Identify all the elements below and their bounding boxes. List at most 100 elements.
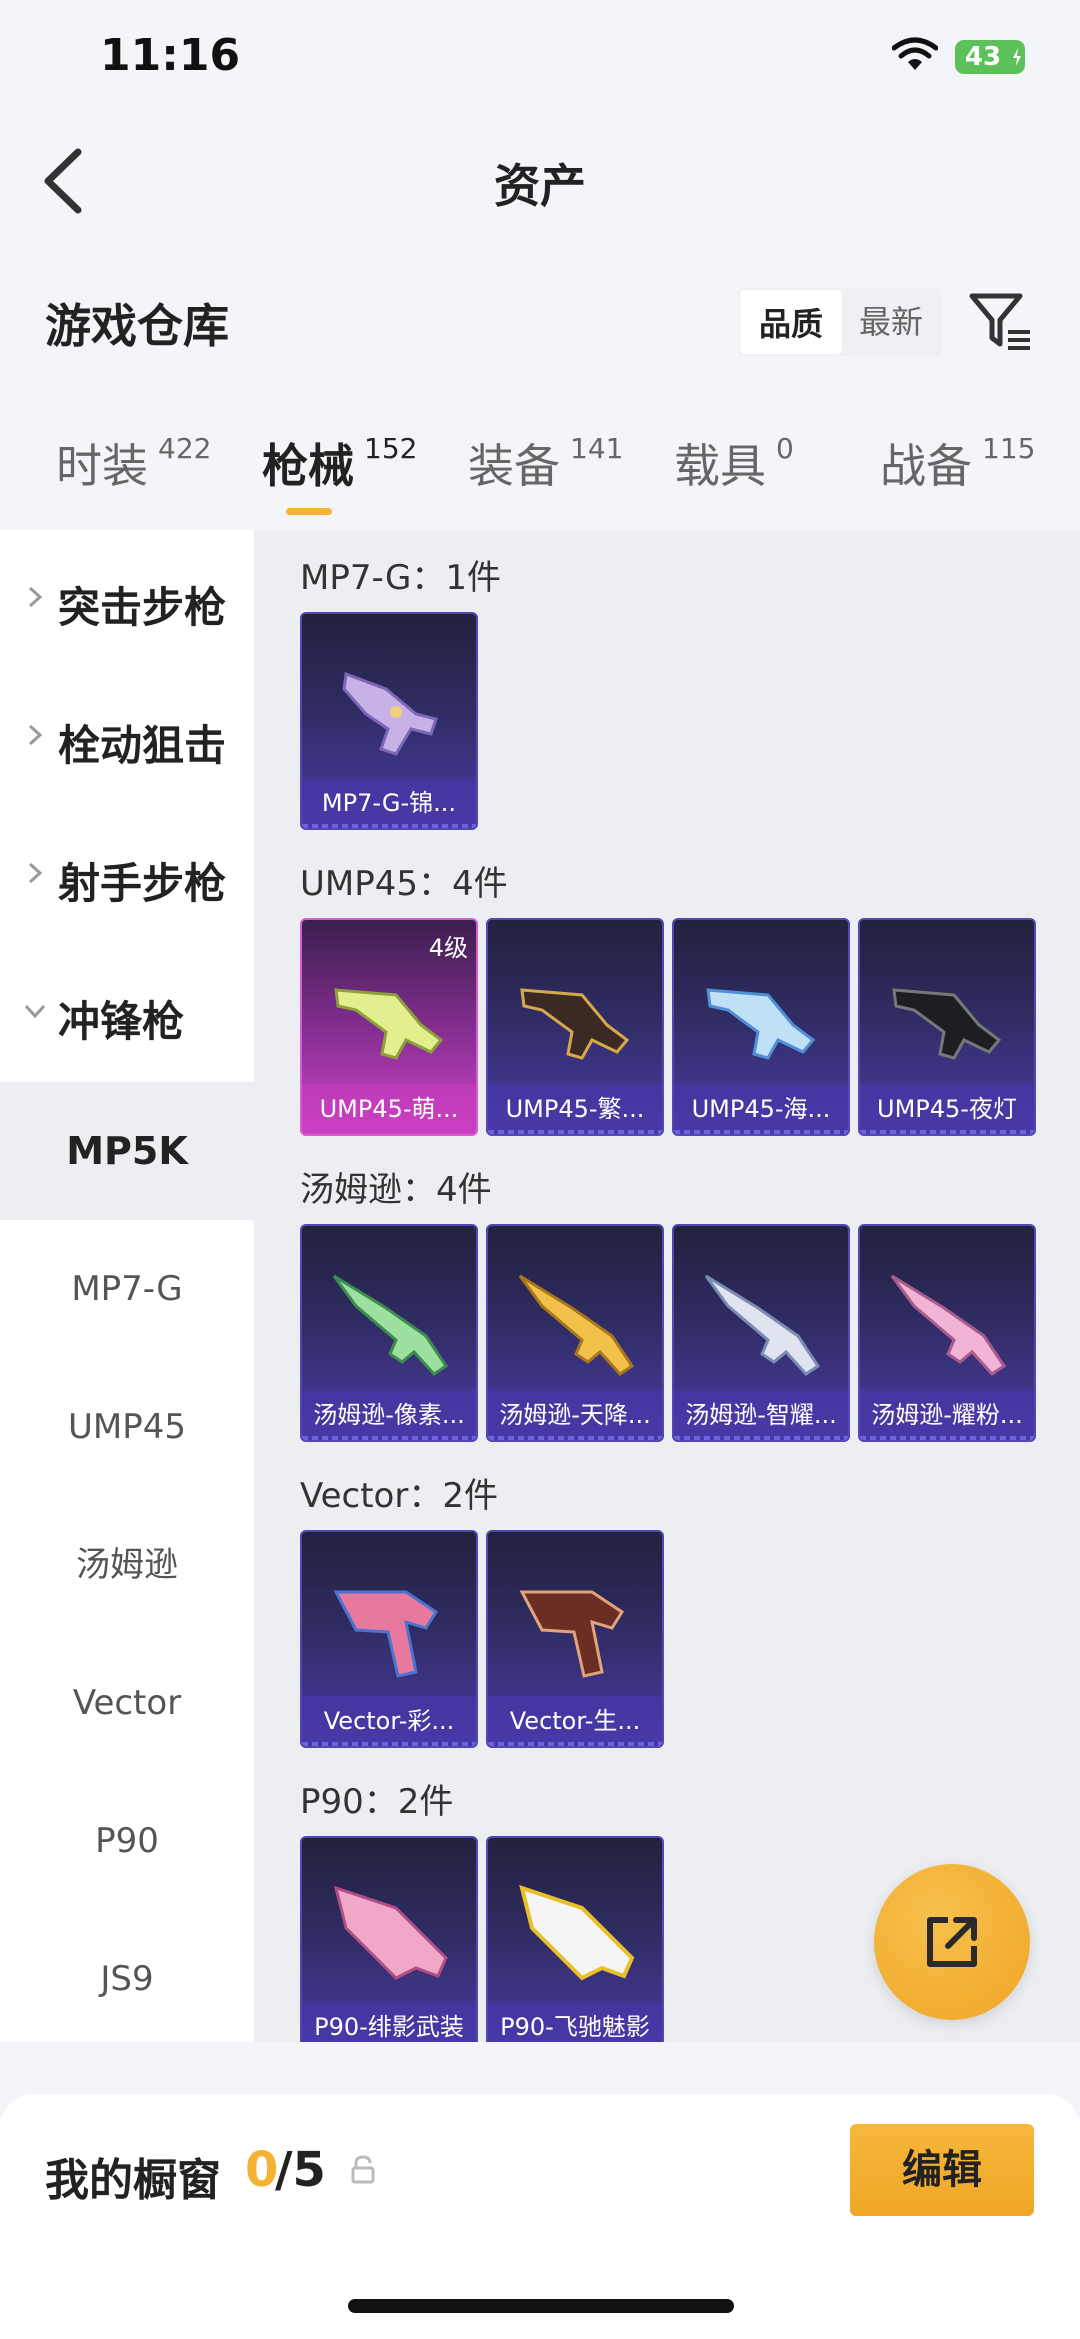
tab-supplies[interactable]: 战备 115 bbox=[880, 430, 1035, 530]
card-divider bbox=[488, 1742, 662, 1746]
weapon-card[interactable]: UMP45-繁... bbox=[486, 918, 664, 1136]
status-bar: 11:16 43 bbox=[0, 0, 1080, 120]
card-divider bbox=[860, 1436, 1034, 1440]
sidebar-category-assault-rifle[interactable]: 突击步枪 bbox=[0, 530, 254, 668]
weapon-card-name: Vector-彩... bbox=[302, 1696, 476, 1746]
chevron-right-icon bbox=[28, 724, 43, 746]
weapon-card[interactable]: Vector-彩... bbox=[300, 1530, 478, 1748]
sidebar-category-label: 突击步枪 bbox=[58, 583, 227, 632]
sort-newest-button[interactable]: 最新 bbox=[840, 288, 942, 356]
group-title: P90：2件 bbox=[300, 1782, 454, 1822]
battery-level: 43 bbox=[964, 42, 1002, 72]
sidebar-item-vector[interactable]: Vector bbox=[0, 1634, 254, 1772]
showcase-total-count: /5 bbox=[275, 2142, 326, 2198]
gun-skin-icon bbox=[890, 1274, 1007, 1376]
gun-skin-icon bbox=[892, 988, 1002, 1060]
chevron-right-icon bbox=[28, 586, 43, 608]
sidebar-item-p90[interactable]: P90 bbox=[0, 1772, 254, 1910]
chevron-right-icon bbox=[28, 862, 43, 884]
tab-equipment[interactable]: 装备 141 bbox=[468, 430, 623, 530]
tab-count: 115 bbox=[982, 432, 1036, 465]
weapon-card[interactable]: 汤姆逊-耀粉... bbox=[858, 1224, 1036, 1442]
weapon-card[interactable]: 4级 UMP45-萌... bbox=[300, 918, 478, 1136]
tab-label: 时装 bbox=[56, 439, 148, 493]
share-icon bbox=[927, 1917, 977, 1967]
weapon-card-name: Vector-生... bbox=[488, 1696, 662, 1746]
weapon-card[interactable]: P90-飞驰魅影 bbox=[486, 1836, 664, 2042]
sidebar-category-smg[interactable]: 冲锋枪 bbox=[0, 944, 254, 1082]
tab-vehicles[interactable]: 载具 0 bbox=[674, 430, 794, 530]
gun-skin-icon bbox=[333, 1590, 439, 1678]
card-divider bbox=[674, 1130, 848, 1134]
lock-icon bbox=[351, 2155, 375, 2184]
weapon-card[interactable]: UMP45-海... bbox=[672, 918, 850, 1136]
weapon-card-name: MP7-G-锦... bbox=[302, 778, 476, 828]
edit-button[interactable]: 编辑 bbox=[850, 2124, 1034, 2216]
showcase-label: 我的橱窗 bbox=[45, 2155, 221, 2206]
card-divider bbox=[302, 1436, 476, 1440]
card-divider bbox=[302, 824, 476, 828]
tab-fashion[interactable]: 时装 422 bbox=[56, 430, 211, 530]
card-divider bbox=[860, 1130, 1034, 1134]
status-time: 11:16 bbox=[100, 30, 241, 81]
weapon-card[interactable]: UMP45-夜灯 bbox=[858, 918, 1036, 1136]
active-tab-indicator bbox=[286, 508, 332, 515]
filter-icon[interactable] bbox=[968, 292, 1032, 352]
share-button[interactable] bbox=[874, 1864, 1030, 2020]
weapon-card[interactable]: MP7-G-锦... bbox=[300, 612, 478, 830]
gun-skin-icon bbox=[519, 1884, 635, 1981]
weapon-card[interactable]: Vector-生... bbox=[486, 1530, 664, 1748]
tab-label: 载具 bbox=[674, 439, 766, 493]
category-tabs: 时装 422 枪械 152 装备 141 载具 0 战备 115 bbox=[0, 430, 1080, 530]
weapon-card-name: 汤姆逊-天降... bbox=[488, 1390, 662, 1440]
gun-skin-icon bbox=[518, 1274, 635, 1376]
weapon-card-name: UMP45-海... bbox=[674, 1084, 848, 1134]
sidebar-item-mp5k[interactable]: MP5K bbox=[0, 1082, 254, 1220]
showcase-current-count: 0 bbox=[245, 2142, 279, 2198]
weapon-sidebar: 突击步枪 栓动狙击 射手步枪 冲锋枪 MP5K MP7-G UMP45 汤姆逊 … bbox=[0, 530, 254, 2042]
weapon-card-name: P90-绯影武装 bbox=[302, 2002, 476, 2042]
weapon-card[interactable]: P90-绯影武装 bbox=[300, 1836, 478, 2042]
app-header: 资产 bbox=[0, 120, 1080, 240]
tab-count: 0 bbox=[776, 432, 794, 465]
weapon-card[interactable]: 汤姆逊-天降... bbox=[486, 1224, 664, 1442]
weapon-content: MP7-G：1件 MP7-G-锦... UMP45：4件 4级 UMP45-萌.… bbox=[254, 530, 1080, 2042]
card-divider bbox=[674, 1436, 848, 1440]
card-divider bbox=[488, 1130, 662, 1134]
sidebar-category-label: 栓动狙击 bbox=[58, 721, 227, 770]
battery-icon: 43 bbox=[955, 40, 1025, 74]
tab-label: 战备 bbox=[880, 439, 972, 493]
sort-quality-button[interactable]: 品质 bbox=[740, 290, 842, 354]
weapon-card-name: UMP45-夜灯 bbox=[860, 1084, 1034, 1134]
gun-skin-icon bbox=[519, 1590, 625, 1678]
card-divider bbox=[302, 1742, 476, 1746]
weapon-card-name: P90-飞驰魅影 bbox=[488, 2002, 662, 2042]
gun-skin-icon bbox=[332, 1274, 449, 1376]
sidebar-item-ump45[interactable]: UMP45 bbox=[0, 1358, 254, 1496]
weapon-card-name: UMP45-萌... bbox=[302, 1084, 476, 1134]
group-title: Vector：2件 bbox=[300, 1476, 498, 1516]
sidebar-category-bolt-sniper[interactable]: 栓动狙击 bbox=[0, 668, 254, 806]
tab-label: 枪械 bbox=[262, 439, 354, 493]
tab-firearms[interactable]: 枪械 152 bbox=[262, 430, 417, 530]
wifi-icon bbox=[892, 37, 938, 70]
sort-toggle: 品质 最新 bbox=[738, 288, 942, 356]
charging-icon bbox=[1013, 48, 1021, 66]
group-title: MP7-G：1件 bbox=[300, 558, 501, 598]
tab-count: 422 bbox=[158, 432, 212, 465]
weapon-card-name: UMP45-繁... bbox=[488, 1084, 662, 1134]
sidebar-item-thompson[interactable]: 汤姆逊 bbox=[0, 1496, 254, 1634]
home-indicator bbox=[348, 2299, 734, 2313]
weapon-card[interactable]: 汤姆逊-智耀... bbox=[672, 1224, 850, 1442]
page-title: 资产 bbox=[494, 159, 586, 213]
sidebar-item-js9[interactable]: JS9 bbox=[0, 1910, 254, 2048]
weapon-card-name: 汤姆逊-耀粉... bbox=[860, 1390, 1034, 1440]
sidebar-category-marksman-rifle[interactable]: 射手步枪 bbox=[0, 806, 254, 944]
chevron-down-icon bbox=[24, 1004, 46, 1019]
gun-skin-icon bbox=[334, 988, 444, 1060]
weapon-card[interactable]: 汤姆逊-像素... bbox=[300, 1224, 478, 1442]
sidebar-item-mp7g[interactable]: MP7-G bbox=[0, 1220, 254, 1358]
group-title: 汤姆逊：4件 bbox=[300, 1170, 492, 1210]
sidebar-category-label: 冲锋枪 bbox=[58, 997, 185, 1046]
group-title: UMP45：4件 bbox=[300, 864, 508, 904]
